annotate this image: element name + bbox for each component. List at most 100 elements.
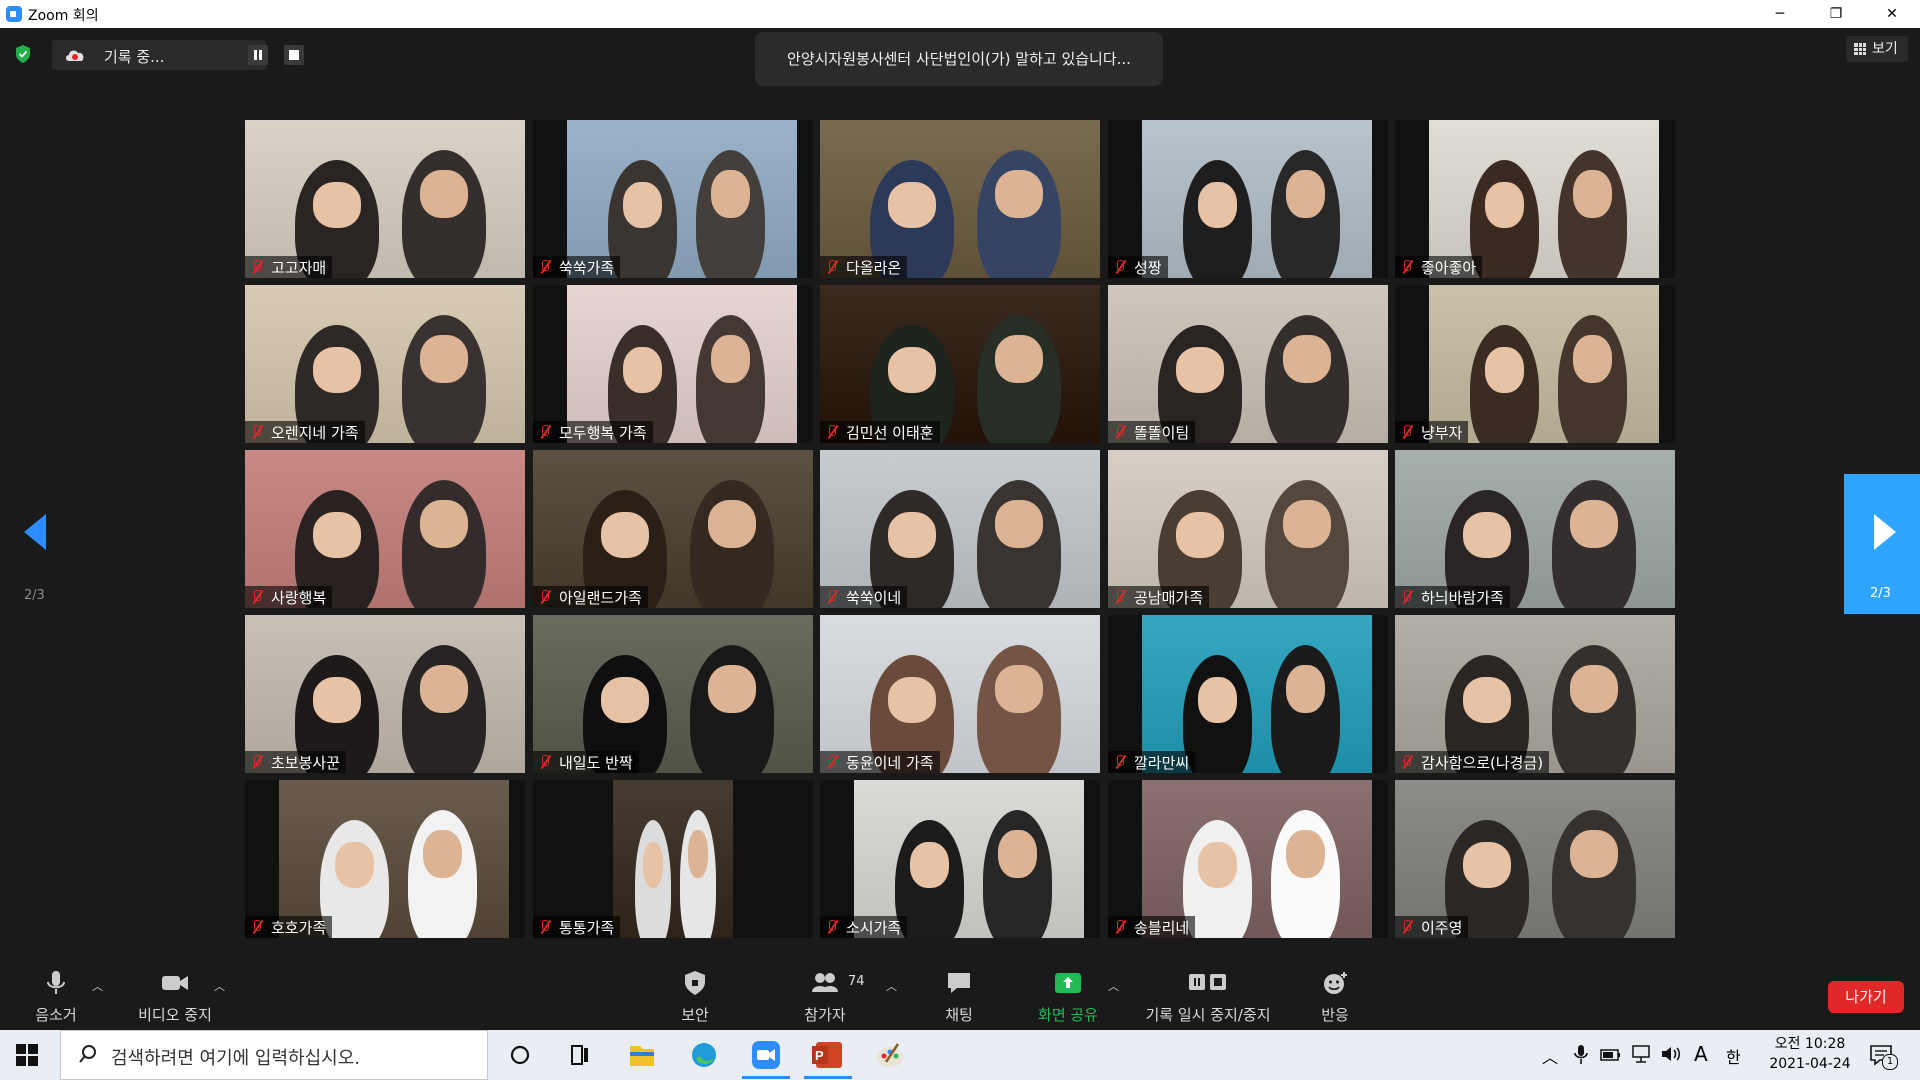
chat-button[interactable]: 채팅 bbox=[924, 958, 994, 1030]
participant-tile[interactable]: 성짱 bbox=[1108, 120, 1388, 278]
volume-icon[interactable] bbox=[1660, 1044, 1682, 1064]
record-controls-button[interactable]: 기록 일시 중지/중지 bbox=[1140, 958, 1276, 1030]
participant-tile[interactable]: 공남매가족 bbox=[1108, 450, 1388, 608]
previous-page-button[interactable]: 2/3 bbox=[20, 504, 54, 604]
participant-face bbox=[995, 500, 1043, 548]
audio-options-chevron-icon[interactable]: ︿ bbox=[92, 978, 103, 994]
participant-video bbox=[820, 615, 1100, 773]
taskbar-clock[interactable]: 오전 10:28 2021-04-24 bbox=[1764, 1034, 1856, 1074]
right-arrow-icon bbox=[1874, 514, 1896, 550]
close-window-button[interactable]: ✕ bbox=[1864, 0, 1920, 28]
pause-recording-button[interactable] bbox=[248, 45, 268, 65]
participant-face bbox=[1573, 170, 1612, 218]
task-view-icon[interactable] bbox=[556, 1036, 604, 1074]
participant-tile[interactable]: 송블리네 bbox=[1108, 780, 1388, 938]
participant-tile[interactable]: 이주영 bbox=[1395, 780, 1675, 938]
participant-tile[interactable]: 아일랜드가족 bbox=[533, 450, 813, 608]
paint-icon[interactable] bbox=[866, 1036, 914, 1074]
participant-tile[interactable]: 똘똘이팀 bbox=[1108, 285, 1388, 443]
participant-tile[interactable]: 감사함으로(나경금) bbox=[1395, 615, 1675, 773]
participant-silhouette bbox=[977, 315, 1061, 443]
participant-tile[interactable]: 소시가족 bbox=[820, 780, 1100, 938]
network-icon[interactable] bbox=[1630, 1044, 1652, 1064]
participant-name: 초보봉사꾼 bbox=[271, 753, 341, 772]
video-options-chevron-icon[interactable]: ︿ bbox=[214, 978, 225, 994]
participant-tile[interactable]: 다올라온 bbox=[820, 120, 1100, 278]
muted-mic-icon bbox=[249, 919, 265, 935]
taskbar-search-box[interactable]: 검색하려면 여기에 입력하십시오. bbox=[60, 1030, 488, 1080]
file-explorer-icon[interactable] bbox=[618, 1036, 666, 1074]
participant-name-tag: 호호가족 bbox=[245, 916, 333, 938]
participant-face bbox=[1286, 665, 1325, 713]
participant-tile[interactable]: 김민선 이태훈 bbox=[820, 285, 1100, 443]
participant-tile[interactable]: 통통가족 bbox=[533, 780, 813, 938]
participant-tile[interactable]: 오렌지네 가족 bbox=[245, 285, 525, 443]
participant-tile[interactable]: 하늬바람가족 bbox=[1395, 450, 1675, 608]
participants-chevron-icon[interactable]: ︿ bbox=[886, 978, 897, 994]
cortana-icon[interactable] bbox=[496, 1036, 544, 1074]
participant-tile[interactable]: 쑥쑥가족 bbox=[533, 120, 813, 278]
powerpoint-active-indicator bbox=[804, 1076, 852, 1079]
participant-face bbox=[998, 830, 1037, 878]
participant-face bbox=[313, 512, 361, 558]
window-titlebar: Zoom 회의 ─ ❐ ✕ bbox=[0, 0, 1920, 28]
participant-tile[interactable]: 호호가족 bbox=[245, 780, 525, 938]
encryption-shield-icon[interactable] bbox=[14, 44, 32, 64]
tray-microphone-icon[interactable] bbox=[1572, 1044, 1590, 1066]
participant-video bbox=[820, 285, 1100, 443]
participant-face bbox=[420, 500, 468, 548]
stop-video-button[interactable]: 비디오 중지 bbox=[130, 958, 220, 1030]
participant-face bbox=[1485, 182, 1524, 228]
mute-button[interactable]: 음소거 bbox=[20, 958, 92, 1030]
participant-tile[interactable]: 동윤이네 가족 bbox=[820, 615, 1100, 773]
stop-recording-button[interactable] bbox=[284, 45, 304, 65]
leave-meeting-button[interactable]: 나가기 bbox=[1828, 981, 1904, 1013]
participant-name-tag: 쑥쑥이네 bbox=[820, 586, 908, 608]
participant-face bbox=[1176, 512, 1224, 558]
battery-icon[interactable] bbox=[1600, 1046, 1622, 1064]
muted-mic-icon bbox=[249, 589, 265, 605]
zoom-icon[interactable] bbox=[742, 1036, 790, 1074]
participant-silhouette bbox=[402, 645, 486, 773]
share-screen-button[interactable]: 화면 공유 bbox=[1030, 958, 1106, 1030]
participant-tile[interactable]: 좋아좋아 bbox=[1395, 120, 1675, 278]
ime-mode-indicator[interactable]: A bbox=[1694, 1042, 1708, 1066]
video-label: 비디오 중지 bbox=[138, 1006, 212, 1024]
next-page-button[interactable]: 2/3 bbox=[1844, 474, 1920, 614]
participant-name: 공남매가족 bbox=[1134, 588, 1204, 607]
participant-name-tag: 하늬바람가족 bbox=[1395, 586, 1510, 608]
participant-name-tag: 고고자매 bbox=[245, 256, 333, 278]
powerpoint-icon[interactable]: P bbox=[804, 1036, 852, 1074]
meeting-toolbar: 음소거 ︿ 비디오 중지 ︿ 보안 참가자 74 ︿ 채팅 화면 공유 ︿ 기록… bbox=[0, 958, 1920, 1030]
participant-name-tag: 성짱 bbox=[1108, 256, 1168, 278]
participant-face bbox=[1573, 335, 1612, 383]
security-button[interactable]: 보안 bbox=[660, 958, 730, 1030]
muted-mic-icon bbox=[1112, 919, 1128, 935]
notification-center-button[interactable]: 1 bbox=[1868, 1042, 1898, 1070]
language-indicator[interactable]: 한 bbox=[1726, 1044, 1741, 1068]
share-options-chevron-icon[interactable]: ︿ bbox=[1108, 978, 1119, 994]
participant-name-tag: 송블리네 bbox=[1108, 916, 1196, 938]
edge-icon[interactable] bbox=[680, 1036, 728, 1074]
participant-tile[interactable]: 깔라만씨 bbox=[1108, 615, 1388, 773]
windows-start-icon[interactable] bbox=[14, 1042, 40, 1068]
participant-face bbox=[1283, 335, 1331, 383]
participant-face bbox=[313, 347, 361, 393]
participants-button[interactable]: 참가자 bbox=[790, 958, 860, 1030]
security-shield-icon bbox=[685, 971, 705, 995]
participant-tile[interactable]: 쑥쑥이네 bbox=[820, 450, 1100, 608]
participant-tile[interactable]: 초보봉사꾼 bbox=[245, 615, 525, 773]
view-button[interactable]: 보기 bbox=[1846, 36, 1908, 62]
participant-face bbox=[1570, 665, 1618, 713]
show-hidden-icons-chevron-icon[interactable]: ︿ bbox=[1542, 1044, 1558, 1068]
reactions-button[interactable]: 반응 bbox=[1300, 958, 1370, 1030]
participant-tile[interactable]: 모두행복 가족 bbox=[533, 285, 813, 443]
participant-tile[interactable]: 냥부자 bbox=[1395, 285, 1675, 443]
participant-face bbox=[1198, 842, 1237, 888]
minimize-button[interactable]: ─ bbox=[1752, 0, 1808, 28]
participant-tile[interactable]: 사랑행복 bbox=[245, 450, 525, 608]
participant-tile[interactable]: 고고자매 bbox=[245, 120, 525, 278]
participant-tile[interactable]: 내일도 반짝 bbox=[533, 615, 813, 773]
participant-name: 동윤이네 가족 bbox=[846, 753, 934, 772]
maximize-button[interactable]: ❐ bbox=[1808, 0, 1864, 28]
